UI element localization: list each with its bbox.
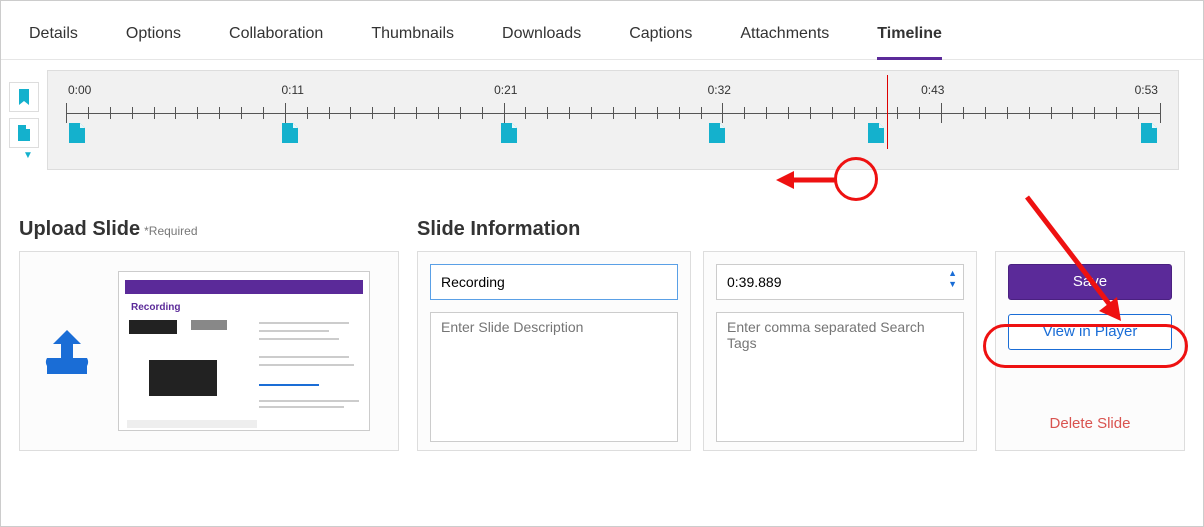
- time-label: 0:21: [494, 83, 517, 97]
- tab-captions[interactable]: Captions: [629, 25, 692, 59]
- tab-details[interactable]: Details: [29, 25, 78, 59]
- thumbnail-title: Recording: [131, 302, 180, 313]
- bookmark-tool[interactable]: [9, 82, 39, 112]
- slide-tags-input[interactable]: [716, 312, 964, 442]
- actions-card: Save View in Player Delete Slide: [995, 251, 1185, 451]
- time-label: 0:53: [1135, 83, 1158, 97]
- time-step-down-icon[interactable]: ▼: [947, 279, 958, 290]
- upload-icon[interactable]: [32, 326, 102, 377]
- tab-thumbnails[interactable]: Thumbnails: [371, 25, 454, 59]
- timeline-markers: [66, 123, 1160, 149]
- timeline-marker[interactable]: [867, 123, 885, 143]
- time-labels: 0:00 0:11 0:21 0:32 0:43 0:53: [66, 83, 1160, 97]
- timeline[interactable]: 0:00 0:11 0:21 0:32 0:43 0:53: [47, 70, 1179, 170]
- time-label: 0:11: [282, 83, 304, 97]
- upload-slide-card: Recording: [19, 251, 399, 451]
- delete-slide-link[interactable]: Delete Slide: [1008, 415, 1172, 438]
- timeline-tools: ▼: [9, 70, 47, 170]
- tab-options[interactable]: Options: [126, 25, 181, 59]
- slide-information-heading: Slide Information: [417, 218, 977, 241]
- time-label: 0:00: [68, 83, 91, 97]
- tabs-bar: Details Options Collaboration Thumbnails…: [1, 1, 1203, 60]
- slide-time-input[interactable]: [716, 264, 964, 300]
- save-button[interactable]: Save: [1008, 264, 1172, 300]
- time-label: 0:32: [708, 83, 731, 97]
- time-step-up-icon[interactable]: ▲: [947, 268, 958, 279]
- view-in-player-button[interactable]: View in Player: [1008, 314, 1172, 350]
- slide-tool[interactable]: [9, 118, 39, 148]
- slide-thumbnail[interactable]: Recording: [118, 271, 370, 431]
- timeline-marker[interactable]: [281, 123, 299, 143]
- timeline-marker[interactable]: [68, 123, 86, 143]
- upload-slide-heading: Upload Slide*Required: [19, 218, 399, 241]
- time-label: 0:43: [921, 83, 944, 97]
- tab-downloads[interactable]: Downloads: [502, 25, 581, 59]
- required-label: *Required: [144, 224, 197, 238]
- chevron-down-icon[interactable]: ▼: [9, 150, 47, 161]
- timeline-marker[interactable]: [708, 123, 726, 143]
- slide-name-input[interactable]: [430, 264, 678, 300]
- slide-time-card: ▲ ▼: [703, 251, 977, 451]
- slide-description-input[interactable]: [430, 312, 678, 442]
- timeline-marker[interactable]: [500, 123, 518, 143]
- tab-attachments[interactable]: Attachments: [740, 25, 829, 59]
- tab-timeline[interactable]: Timeline: [877, 25, 942, 59]
- tab-collaboration[interactable]: Collaboration: [229, 25, 323, 59]
- slide-name-card: [417, 251, 691, 451]
- timeline-marker[interactable]: [1140, 123, 1158, 143]
